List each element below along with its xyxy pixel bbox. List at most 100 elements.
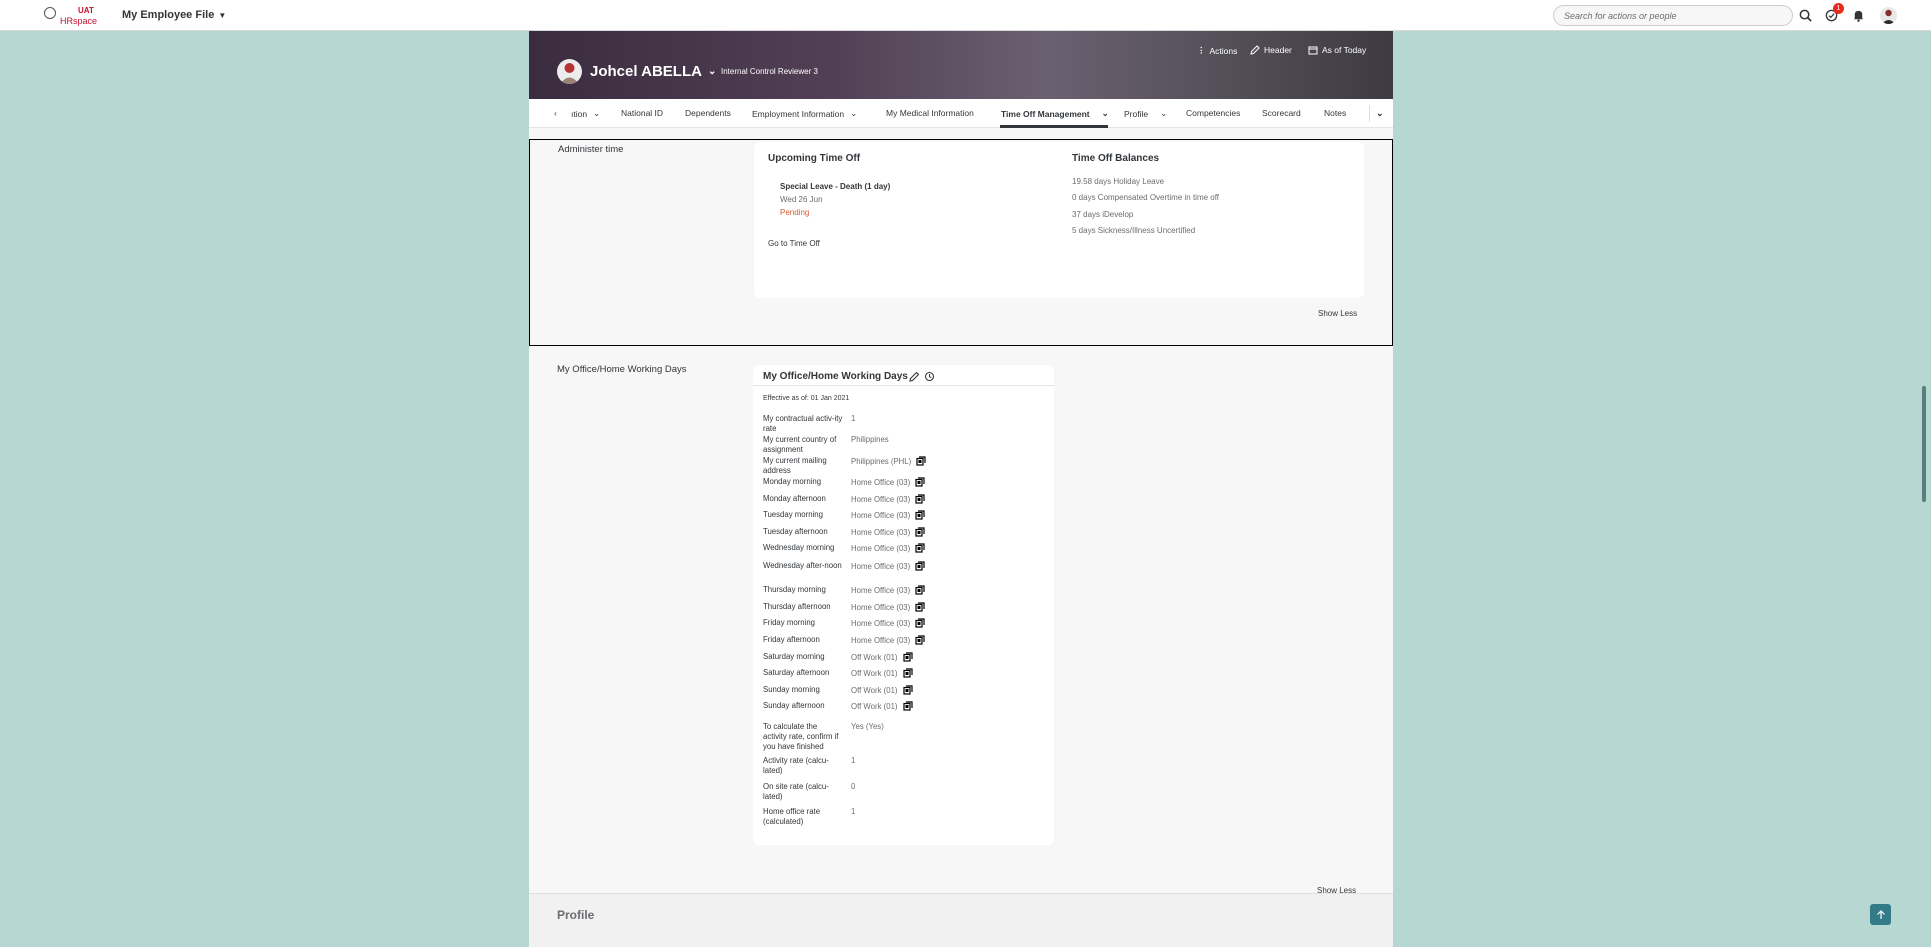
field-label: My current country of assignment xyxy=(763,435,837,454)
field-value-text: 1 xyxy=(851,756,856,765)
field-value-text: Home Office (03) xyxy=(851,635,911,645)
edit-pencil-icon[interactable] xyxy=(909,371,920,382)
field-value-text: Home Office (03) xyxy=(851,494,911,504)
attachment-copy-icon[interactable] xyxy=(915,585,925,595)
time-off-balances-title: Time Off Balances xyxy=(1072,153,1160,164)
field-value: Home Office (03) xyxy=(851,543,925,553)
attachment-copy-icon[interactable] xyxy=(916,456,926,466)
balance-item: 0 days Compensated Overtime in time off xyxy=(1072,193,1220,202)
caret-down-icon: ▼ xyxy=(218,10,227,20)
attachment-copy-icon[interactable] xyxy=(915,510,925,520)
company-logo[interactable]: UAT HRspace xyxy=(42,5,98,27)
calendar-icon xyxy=(1308,46,1318,55)
field-value-text: Home Office (03) xyxy=(851,477,911,487)
actions-label: Actions xyxy=(1209,45,1238,56)
field-value-text: Home Office (03) xyxy=(851,561,911,571)
field-value-text: Off Work (01) xyxy=(851,668,898,678)
leave-item-title[interactable]: Special Leave - Death (1 day) xyxy=(780,182,890,191)
field-label: Tuesday afternoon xyxy=(763,527,828,536)
as-of-today-button[interactable]: As of Today xyxy=(1308,45,1366,55)
balance-item: 37 days iDevelop xyxy=(1072,210,1134,219)
field-label: Tuesday morning xyxy=(763,510,823,519)
show-less-button[interactable]: Show Less xyxy=(1318,309,1357,318)
chevron-down-icon: ⌄ xyxy=(1376,108,1384,118)
history-icon[interactable] xyxy=(924,371,935,382)
tab-national-id[interactable]: National ID xyxy=(621,108,663,118)
field-value: Home Office (03) xyxy=(851,510,925,520)
tab-label: ıtion xyxy=(571,108,588,119)
tab-overflow-button[interactable]: ⌄ xyxy=(1369,105,1384,122)
go-to-time-off-link[interactable]: Go to Time Off xyxy=(768,239,820,248)
field-value: Home Office (03) xyxy=(851,527,925,537)
chevron-down-icon: ⌄ xyxy=(707,66,717,77)
employee-header: Johcel ABELLA ⌄ Internal Control Reviewe… xyxy=(529,31,1393,99)
tab-scroll-left[interactable]: ‹ xyxy=(554,108,557,118)
field-value-text: Off Work (01) xyxy=(851,652,898,662)
attachment-copy-icon[interactable] xyxy=(915,602,925,612)
user-avatar[interactable] xyxy=(1880,7,1897,24)
tab-my-medical-information[interactable]: My Medical Information xyxy=(886,108,974,118)
employee-name-menu[interactable]: Johcel ABELLA ⌄ xyxy=(590,63,716,80)
actions-button[interactable]: ⋮ Actions xyxy=(1197,45,1237,56)
more-vertical-icon: ⋮ xyxy=(1197,45,1206,55)
chevron-down-icon: ⌄ xyxy=(1101,108,1109,118)
attachment-copy-icon[interactable] xyxy=(915,635,925,645)
card-header: My Office/Home Working Days xyxy=(753,365,1054,386)
shell-bar: UAT HRspace My Employee File ▼ Search fo… xyxy=(0,0,1931,31)
attachment-copy-icon[interactable] xyxy=(915,543,925,553)
attachment-copy-icon[interactable] xyxy=(902,701,913,711)
field-label: To calculate the activity rate, confirm … xyxy=(763,722,839,751)
tab-time-off-management[interactable]: Time Off Management ⌄ xyxy=(1001,108,1109,119)
tab-scorecard[interactable]: Scorecard xyxy=(1262,108,1301,118)
field-label: On site rate (calcu-lated) xyxy=(763,782,829,801)
tab-dependents[interactable]: Dependents xyxy=(685,108,731,118)
tab-notes[interactable]: Notes xyxy=(1324,108,1346,118)
tab-position[interactable]: ıtion ⌄ xyxy=(571,108,600,119)
balance-item: 5 days Sickness/Illness Uncertified xyxy=(1072,226,1196,235)
tab-employment-information[interactable]: Employment Information ⌄ xyxy=(752,108,857,119)
field-label: Friday afternoon xyxy=(763,635,820,644)
attachment-copy-icon[interactable] xyxy=(915,477,925,487)
page-scrollbar[interactable] xyxy=(1919,31,1931,947)
employee-name: Johcel ABELLA xyxy=(590,63,702,80)
field-value: Home Office (03) xyxy=(851,477,925,487)
profile-section-title: Profile xyxy=(557,908,595,922)
attachment-copy-icon[interactable] xyxy=(915,618,925,628)
employee-role: Internal Control Reviewer 3 xyxy=(721,67,818,76)
field-label: Thursday afternoon xyxy=(763,602,831,611)
search-input[interactable]: Search for actions or people xyxy=(1553,5,1793,26)
field-label: Wednesday morning xyxy=(763,543,835,552)
bell-icon[interactable] xyxy=(1851,8,1866,23)
field-label: Activity rate (calcu-lated) xyxy=(763,756,829,775)
attachment-copy-icon[interactable] xyxy=(915,494,925,504)
field-label: Sunday morning xyxy=(763,685,820,694)
field-value-text: Philippines xyxy=(851,435,889,444)
search-icon[interactable] xyxy=(1798,8,1813,23)
effective-date: Effective as of: 01 Jan 2021 xyxy=(763,395,850,402)
section-label: My Office/Home Working Days xyxy=(557,364,687,375)
pencil-icon xyxy=(1250,45,1260,55)
chevron-down-icon: ⌄ xyxy=(593,108,601,118)
attachment-copy-icon[interactable] xyxy=(902,685,913,695)
field-label: Monday afternoon xyxy=(763,494,826,503)
scrollbar-thumb[interactable] xyxy=(1922,386,1926,502)
tab-competencies[interactable]: Competencies xyxy=(1186,108,1240,118)
employee-photo[interactable] xyxy=(557,59,582,84)
field-value-text: 1 xyxy=(851,807,856,816)
header-button[interactable]: Header xyxy=(1250,45,1292,55)
field-value: Off Work (01) xyxy=(851,685,913,695)
attachment-copy-icon[interactable] xyxy=(915,527,925,537)
administer-time-section: Administer time Upcoming Time Off Specia… xyxy=(529,139,1393,346)
tab-profile[interactable]: Profile ⌄ xyxy=(1124,108,1167,119)
attachment-copy-icon[interactable] xyxy=(902,668,913,678)
as-of-today-label: As of Today xyxy=(1322,45,1367,55)
back-to-top-button[interactable] xyxy=(1870,904,1891,925)
attachment-copy-icon[interactable] xyxy=(902,652,913,662)
field-value: Home Office (03) xyxy=(851,585,925,595)
profile-section: Profile xyxy=(529,893,1393,947)
field-value-text: Home Office (03) xyxy=(851,585,911,595)
attachment-copy-icon[interactable] xyxy=(915,561,925,571)
field-value-text: Home Office (03) xyxy=(851,602,911,612)
app-title-menu[interactable]: My Employee File ▼ xyxy=(122,9,226,21)
app-title: My Employee File xyxy=(122,9,215,21)
